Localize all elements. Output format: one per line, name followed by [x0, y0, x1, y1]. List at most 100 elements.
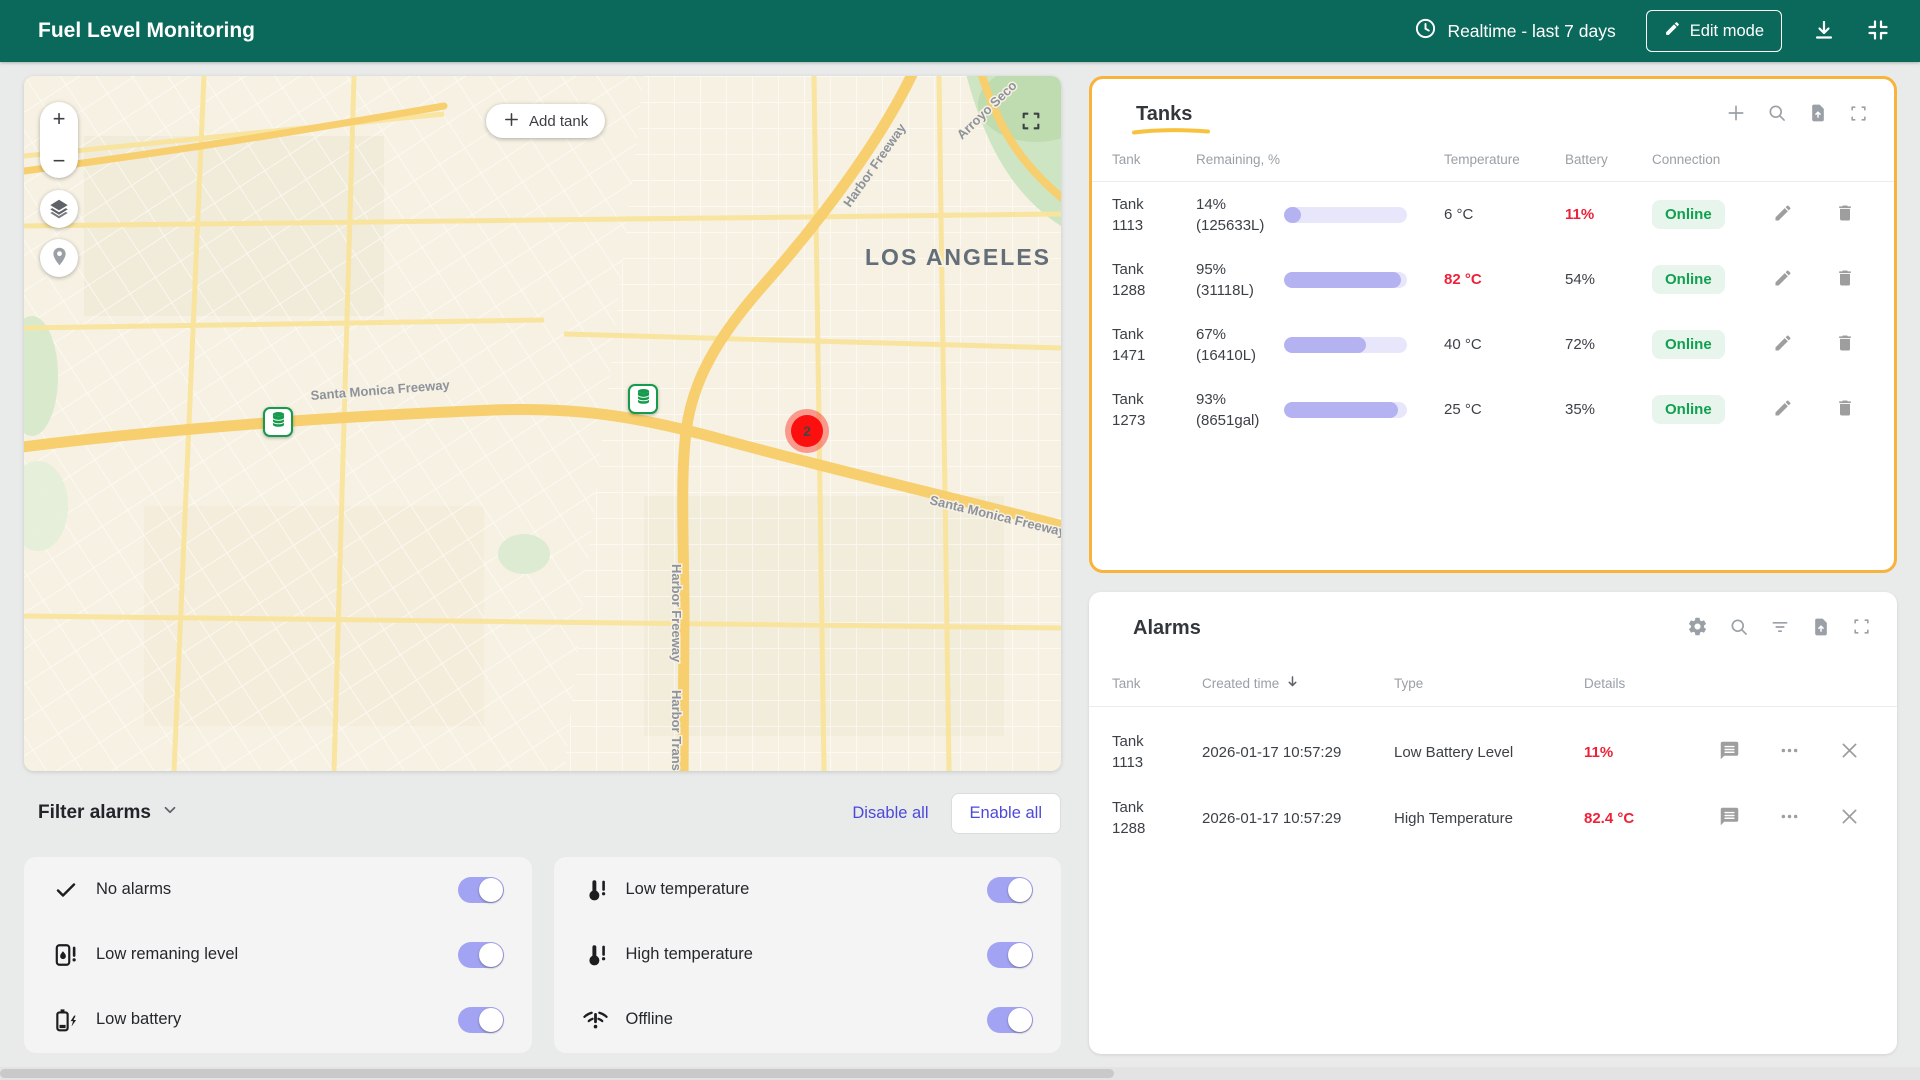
add-tank-row-button[interactable] — [1726, 103, 1746, 126]
thermometer-icon — [582, 877, 610, 903]
remaining-bar — [1284, 402, 1407, 418]
delete-icon — [1835, 203, 1855, 226]
col-created-time[interactable]: Created time — [1202, 674, 1394, 692]
add-tank-label: Add tank — [529, 113, 588, 130]
filter-alarms-bar: Filter alarms Disable all Enable all — [24, 791, 1061, 835]
filter-alarms-dropdown[interactable]: Filter alarms — [38, 801, 179, 825]
filter-toggle[interactable] — [458, 1007, 504, 1033]
edit-tank-button[interactable] — [1773, 268, 1793, 291]
tanks-panel-header: Tanks — [1092, 79, 1894, 126]
comment-icon — [1719, 806, 1740, 830]
filter-toggle[interactable] — [987, 1007, 1033, 1033]
collapse-button[interactable] — [1866, 18, 1890, 45]
expand-tanks-button[interactable] — [1849, 104, 1868, 126]
left-column: Santa Monica Freeway Santa Monica Freewa… — [24, 76, 1061, 1054]
delete-tank-button[interactable] — [1835, 268, 1855, 291]
add-icon — [503, 111, 520, 132]
edit-mode-button[interactable]: Edit mode — [1646, 10, 1782, 52]
delete-tank-button[interactable] — [1835, 333, 1855, 356]
zoom-in-button[interactable]: + — [53, 108, 66, 130]
tank-table-row: Tank1471 67%(16410L) 40 °C 72% Online — [1092, 312, 1894, 377]
map-layers-button[interactable] — [40, 190, 78, 228]
map-fullscreen-button[interactable] — [1020, 110, 1042, 135]
alarm-cluster-marker[interactable]: 2 — [785, 409, 829, 453]
export-tanks-button[interactable] — [1808, 103, 1828, 126]
alarm-tank-id: 1288 — [1112, 818, 1202, 839]
chevron-down-icon — [161, 801, 179, 825]
tank-table-row: Tank1288 95%(31118L) 82 °C 54% Online — [1092, 247, 1894, 312]
disable-all-button[interactable]: Disable all — [852, 804, 928, 823]
city-label: LOS ANGELES — [865, 244, 1051, 270]
edit-tank-button[interactable] — [1773, 398, 1793, 421]
scrollbar-thumb[interactable] — [0, 1069, 1114, 1078]
delete-tank-button[interactable] — [1835, 398, 1855, 421]
col-details: Details — [1584, 676, 1699, 691]
toggle-knob — [479, 878, 503, 902]
time-range-selector[interactable]: Realtime - last 7 days — [1414, 17, 1615, 45]
toggle-knob — [1008, 1008, 1032, 1032]
tank-battery: 54% — [1544, 271, 1632, 288]
add-tank-button[interactable]: Add tank — [486, 104, 605, 138]
export-icon — [1811, 617, 1831, 640]
page-title: Fuel Level Monitoring — [38, 19, 255, 43]
col-temperature: Temperature — [1426, 152, 1544, 167]
alarm-dismiss-button[interactable] — [1839, 740, 1860, 764]
edit-tank-button[interactable] — [1773, 333, 1793, 356]
layers-icon — [48, 197, 70, 222]
alarms-panel-header: Alarms — [1089, 592, 1897, 640]
delete-tank-button[interactable] — [1835, 203, 1855, 226]
expand-alarms-button[interactable] — [1852, 617, 1871, 639]
tank-temperature: 6 °C — [1426, 206, 1544, 223]
filter-toggle[interactable] — [987, 942, 1033, 968]
enable-all-button[interactable]: Enable all — [951, 793, 1061, 834]
search-alarms-button[interactable] — [1729, 617, 1749, 640]
remaining-bar-fill — [1284, 402, 1398, 418]
tank-id: 1471 — [1112, 345, 1196, 366]
tank-battery: 72% — [1544, 336, 1632, 353]
filter-alarms-button[interactable] — [1770, 617, 1790, 640]
filter-card-left: No alarms Low remaning level Low battery — [24, 857, 532, 1053]
close-icon — [1839, 806, 1860, 830]
tank-remaining-percent: 95% — [1196, 259, 1284, 280]
toggle-knob — [479, 1008, 503, 1032]
map[interactable]: Santa Monica Freeway Santa Monica Freewa… — [24, 76, 1061, 771]
remaining-bar-fill — [1284, 272, 1401, 288]
horizontal-scrollbar[interactable] — [0, 1067, 1920, 1080]
filter-toggle[interactable] — [987, 877, 1033, 903]
more-icon — [1779, 806, 1800, 830]
alarm-dismiss-button[interactable] — [1839, 806, 1860, 830]
toggle-knob — [1008, 943, 1032, 967]
map-canvas: Santa Monica Freeway Santa Monica Freewa… — [24, 76, 1061, 771]
battery-alert-icon — [52, 1007, 80, 1033]
filter-toggle[interactable] — [458, 942, 504, 968]
zoom-out-button[interactable]: − — [53, 150, 66, 172]
alarm-more-button[interactable] — [1779, 806, 1800, 830]
tank-battery: 11% — [1544, 206, 1632, 223]
col-battery: Battery — [1544, 152, 1632, 167]
remaining-bar-fill — [1284, 337, 1366, 353]
download-button[interactable] — [1812, 18, 1836, 45]
header-actions: Realtime - last 7 days Edit mode — [1414, 10, 1890, 52]
road-label-harbor-trans: Harbor Trans — [669, 690, 684, 771]
alarm-tank-name: Tank — [1112, 731, 1202, 752]
map-location-button[interactable] — [40, 239, 78, 277]
export-alarms-button[interactable] — [1811, 617, 1831, 640]
alarms-settings-button[interactable] — [1687, 616, 1708, 640]
tank-map-marker[interactable] — [628, 384, 658, 414]
tank-map-marker[interactable] — [263, 407, 293, 437]
filter-item: Low battery — [34, 987, 522, 1052]
search-tanks-button[interactable] — [1767, 103, 1787, 126]
alarm-comment-button[interactable] — [1719, 740, 1740, 764]
location-pin-icon — [49, 246, 70, 270]
edit-tank-button[interactable] — [1773, 203, 1793, 226]
alarm-comment-button[interactable] — [1719, 806, 1740, 830]
filter-item: No alarms — [34, 857, 522, 922]
wifi-off-icon — [582, 1006, 610, 1033]
collapse-icon — [1866, 18, 1890, 45]
filter-toggle[interactable] — [458, 877, 504, 903]
alarm-more-button[interactable] — [1779, 740, 1800, 764]
tank-remaining-volume: (8651gal) — [1196, 410, 1284, 431]
connection-status-badge: Online — [1652, 265, 1725, 294]
alarm-tank-name: Tank — [1112, 797, 1202, 818]
alarm-table-row: Tank1113 2026-01-17 10:57:29 Low Battery… — [1089, 719, 1897, 785]
